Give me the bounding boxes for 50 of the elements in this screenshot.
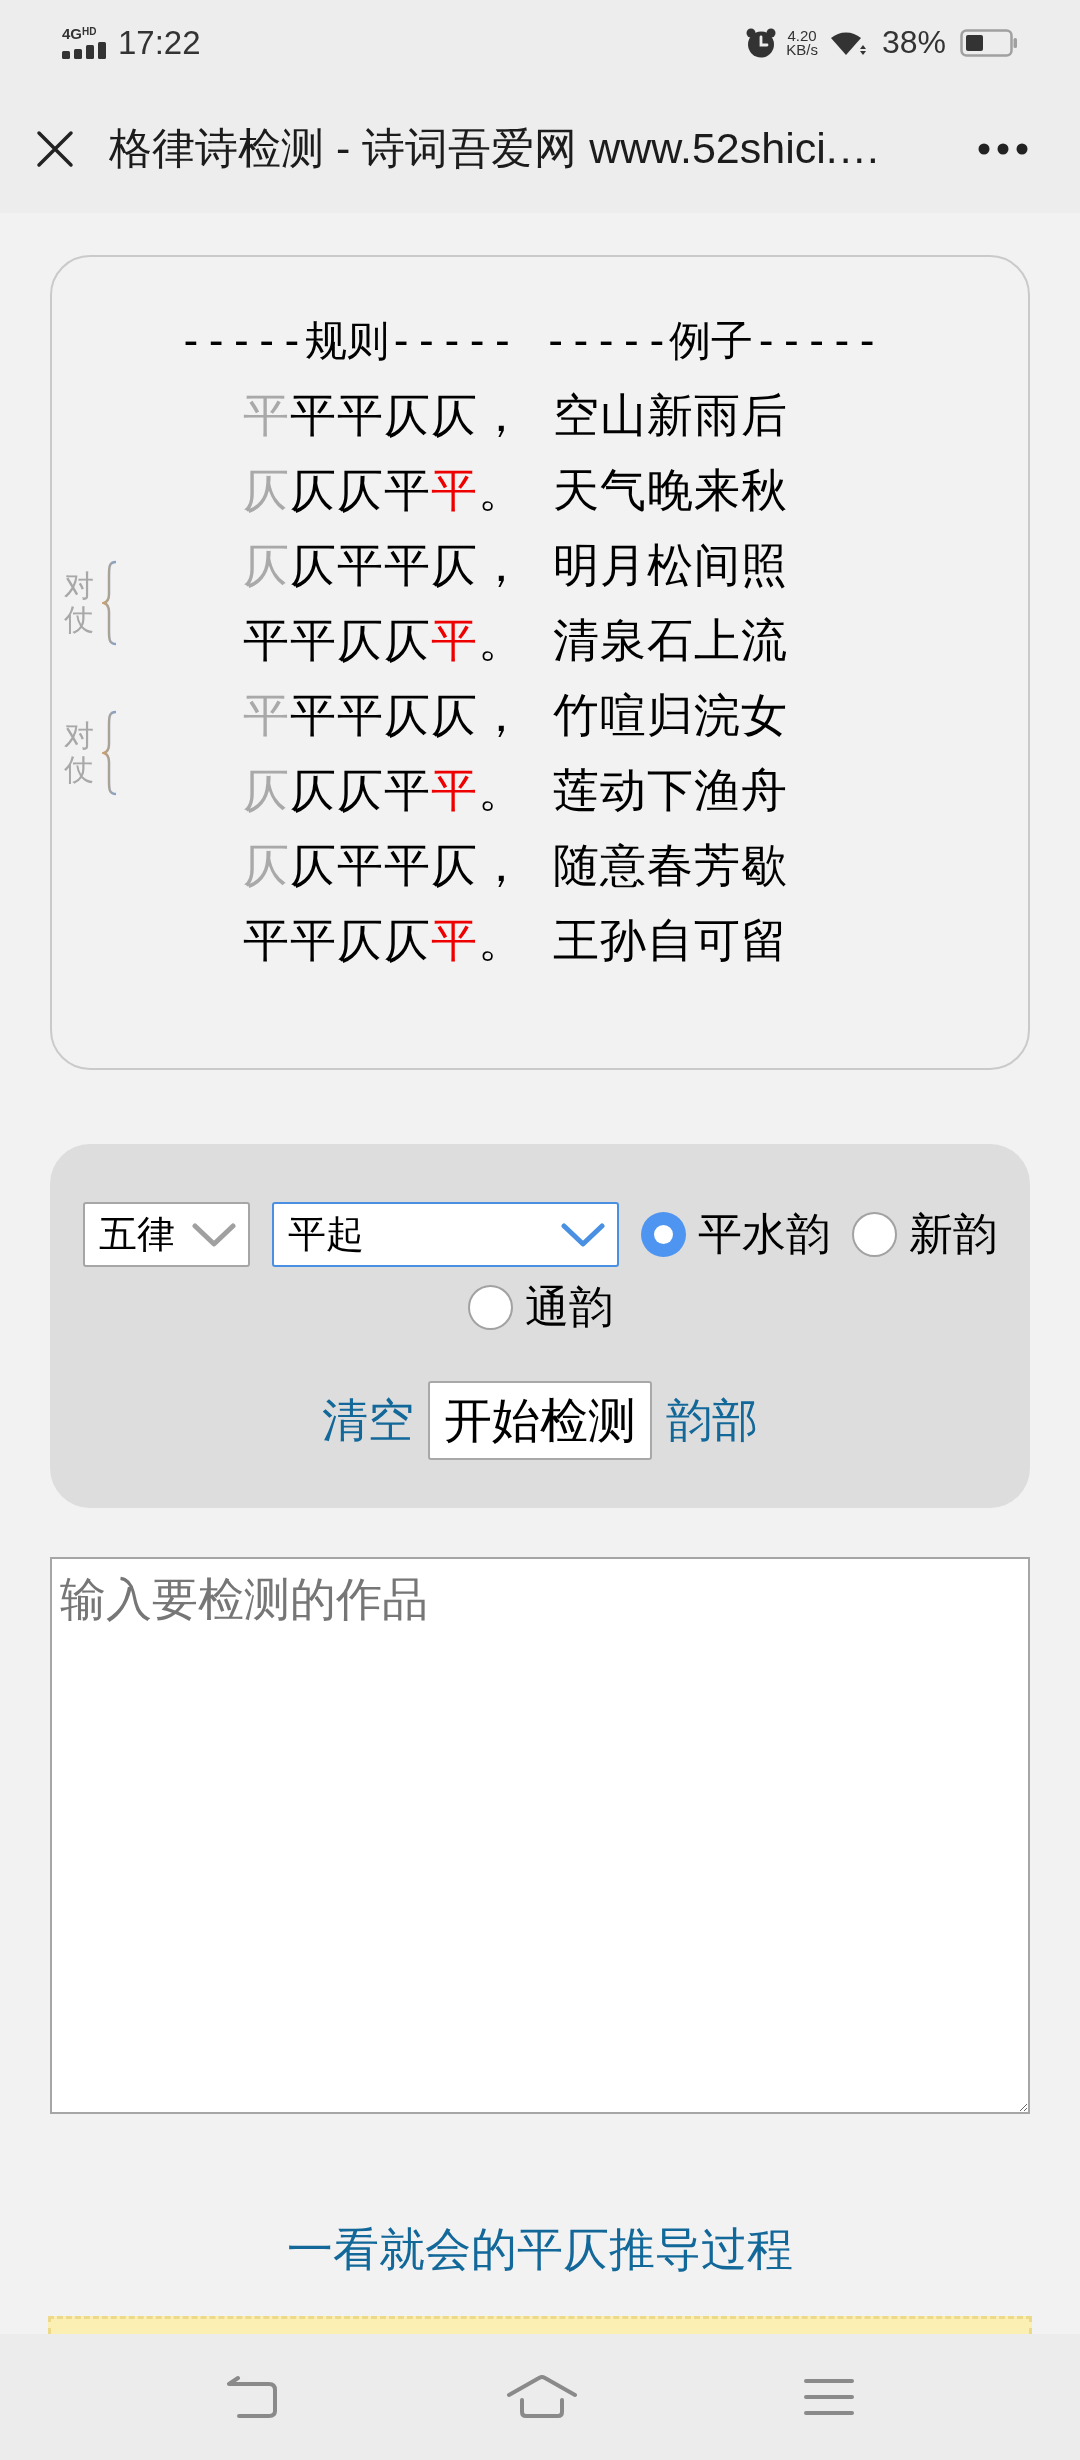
example-verse: 莲动下渔舟 xyxy=(553,761,789,819)
status-time: 17:22 xyxy=(118,23,201,62)
brace-icon xyxy=(102,560,118,646)
parallel-label: 对仗 xyxy=(64,568,94,638)
start-check-button[interactable]: 开始检测 xyxy=(428,1381,652,1460)
network-speed-unit: KB/s xyxy=(786,42,818,57)
chevron-down-icon xyxy=(561,1222,605,1247)
example-heading: -----例子----- xyxy=(543,314,880,367)
alarm-clock-icon xyxy=(746,27,777,58)
tone-pattern: 仄仄仄平平。 xyxy=(243,761,525,819)
parallel-label: 对仗 xyxy=(64,718,94,788)
network-type-label: 4G$^{HD}$ xyxy=(62,26,97,40)
page-title: 格律诗检测 - 诗词吾爱网 www.52shici.… xyxy=(109,123,881,174)
example-verse: 明月松间照 xyxy=(553,536,789,594)
tone-pattern: 平平平仄仄， xyxy=(243,686,525,744)
signal-bars-icon xyxy=(62,41,108,59)
rule-heading: -----规则----- xyxy=(178,314,515,367)
battery-icon xyxy=(960,28,1018,57)
tone-pattern: 仄仄平平仄， xyxy=(243,836,525,894)
radio-icon[interactable] xyxy=(467,1285,513,1330)
tone-pattern: 仄仄仄平平。 xyxy=(243,461,525,519)
radio-icon[interactable] xyxy=(852,1212,897,1257)
poem-input-field[interactable]: 输入要检测的作品 xyxy=(50,1557,1030,2114)
close-icon[interactable] xyxy=(36,130,74,168)
rhyme-list-link[interactable]: 韵部 xyxy=(666,1389,758,1452)
rhyme-radio[interactable]: 平水韵 xyxy=(641,1205,830,1264)
guide-link[interactable]: 一看就会的平仄推导过程 xyxy=(287,2219,793,2279)
chevron-down-icon xyxy=(192,1222,236,1247)
tone-pattern: 仄仄平平仄， xyxy=(243,536,525,594)
tone-pattern: 平平仄仄平。 xyxy=(243,911,525,969)
tone-pattern: 平平平仄仄， xyxy=(243,386,525,444)
battery-percentage: 38% xyxy=(881,24,946,61)
brace-icon xyxy=(102,710,118,796)
poem-form-select[interactable]: 五律 xyxy=(83,1202,250,1267)
example-verse: 空山新雨后 xyxy=(553,386,789,444)
example-verse: 随意春芳歇 xyxy=(553,836,789,894)
opening-tone-select[interactable]: 平起 xyxy=(272,1202,619,1267)
example-verse: 竹喧归浣女 xyxy=(553,686,789,744)
example-verse: 清泉石上流 xyxy=(553,611,789,669)
menu-icon[interactable] xyxy=(803,2377,855,2417)
example-verse: 天气晚来秋 xyxy=(553,461,789,519)
rhyme-radio[interactable]: 通韵 xyxy=(467,1278,613,1337)
network-speed-value: 4.20 xyxy=(787,28,817,43)
home-icon[interactable] xyxy=(506,2375,578,2419)
more-options-icon[interactable] xyxy=(978,143,1028,155)
tone-pattern: 平平仄仄平。 xyxy=(243,611,525,669)
radio-icon[interactable] xyxy=(641,1212,686,1257)
rhyme-radio[interactable]: 新韵 xyxy=(852,1205,997,1264)
clear-link[interactable]: 清空 xyxy=(322,1389,414,1452)
example-verse: 王孙自可留 xyxy=(553,911,789,969)
